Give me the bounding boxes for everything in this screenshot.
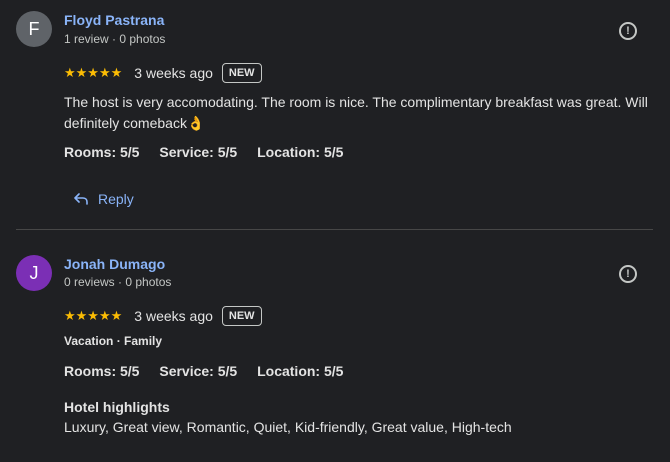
location-rating: Location: 5/5 — [257, 144, 344, 160]
location-rating: Location: 5/5 — [257, 363, 344, 379]
new-badge: NEW — [221, 63, 262, 83]
flag-icon[interactable]: ! — [619, 265, 637, 283]
review-card: F Floyd Pastrana 1 review · 0 photos ! ★… — [0, 0, 670, 229]
avatar[interactable]: F — [16, 11, 52, 47]
rooms-rating: Rooms: 5/5 — [64, 363, 140, 379]
review-card: J Jonah Dumago 0 reviews · 0 photos ! ★★… — [0, 230, 670, 462]
star-rating: ★★★★★ — [64, 308, 123, 323]
subratings: Rooms: 5/5 Service: 5/5 Location: 5/5 — [64, 363, 343, 379]
author-name[interactable]: Floyd Pastrana — [64, 12, 164, 28]
review-text: The host is very accomodating. The room … — [64, 94, 648, 131]
subratings: Rooms: 5/5 Service: 5/5 Location: 5/5 — [64, 144, 343, 160]
new-badge: NEW — [221, 306, 262, 326]
author-meta: 0 reviews · 0 photos — [64, 275, 172, 289]
rating-row: ★★★★★ 3 weeks ago NEW — [64, 61, 262, 85]
rating-row: ★★★★★ 3 weeks ago NEW — [64, 304, 262, 328]
highlights-title: Hotel highlights — [64, 399, 170, 415]
star-rating: ★★★★★ — [64, 65, 123, 80]
service-rating: Service: 5/5 — [159, 363, 238, 379]
rooms-rating: Rooms: 5/5 — [64, 144, 140, 160]
reply-icon — [74, 193, 88, 205]
flag-icon[interactable]: ! — [619, 22, 637, 40]
avatar[interactable]: J — [16, 255, 52, 291]
trip-tags: Vacation · Family — [64, 334, 163, 348]
review-time: 3 weeks ago — [134, 308, 213, 324]
highlights-text: Luxury, Great view, Romantic, Quiet, Kid… — [64, 419, 512, 435]
author-name[interactable]: Jonah Dumago — [64, 256, 165, 272]
service-rating: Service: 5/5 — [159, 144, 238, 160]
reply-label: Reply — [98, 191, 134, 207]
review-time: 3 weeks ago — [134, 65, 213, 81]
author-meta: 1 review · 0 photos — [64, 32, 166, 46]
reply-button[interactable]: Reply — [74, 191, 134, 207]
